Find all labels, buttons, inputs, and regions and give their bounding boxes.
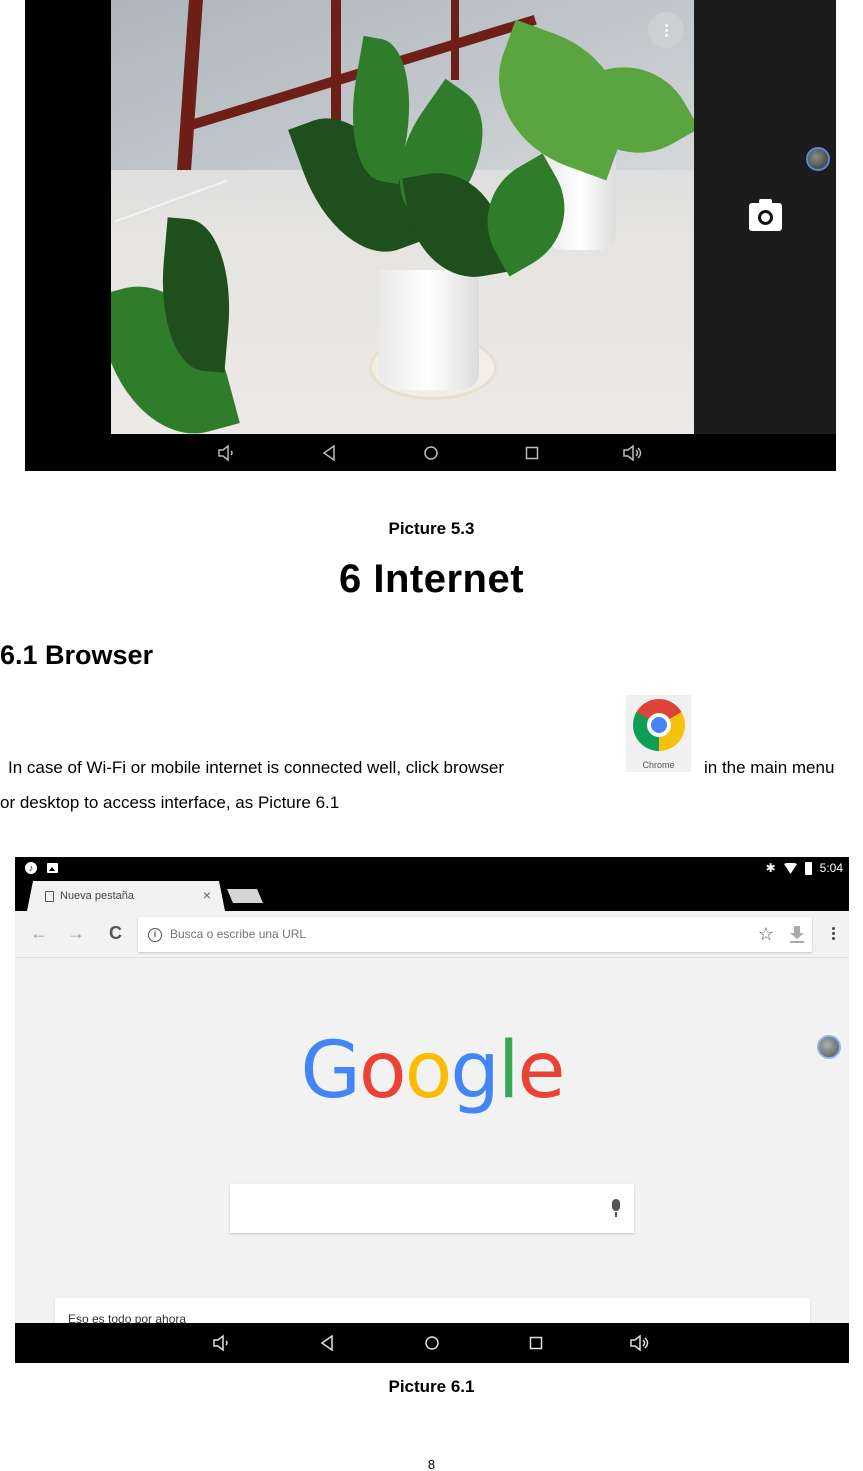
page-number: 8 (427, 1457, 436, 1471)
chrome-app-label: Chrome (642, 760, 675, 770)
volume-up-icon[interactable] (622, 443, 644, 462)
gallery-thumbnail-button[interactable] (806, 147, 830, 171)
system-nav-bar (25, 434, 836, 471)
google-search-box[interactable] (230, 1184, 634, 1233)
back-arrow-icon[interactable]: ← (30, 923, 48, 943)
back-icon[interactable] (322, 444, 336, 461)
status-time: 5:04 (819, 861, 843, 875)
vertical-dots-icon (664, 23, 668, 37)
tab-strip: Nueva pestaña × (15, 881, 849, 911)
address-bar-placeholder: Busca o escribe una URL (170, 927, 307, 941)
browser-toolbar: ← → C i Busca o escribe una URL ☆ (15, 911, 849, 958)
camera-controls-panel (694, 0, 836, 434)
home-icon[interactable] (423, 445, 439, 461)
volume-up-icon[interactable] (629, 1334, 651, 1352)
google-logo: Google (15, 1032, 849, 1110)
page-icon (45, 890, 54, 902)
reload-icon[interactable]: C (109, 923, 122, 943)
volume-down-icon[interactable] (212, 1334, 232, 1352)
new-tab-button[interactable] (227, 889, 263, 903)
recents-icon[interactable] (525, 446, 539, 460)
paragraph-line: In case of Wi-Fi or mobile internet is c… (8, 758, 505, 777)
system-nav-bar (15, 1323, 849, 1363)
address-bar[interactable]: i Busca o escribe una URL ☆ (138, 917, 812, 952)
wifi-icon (783, 862, 797, 874)
close-tab-icon[interactable]: × (203, 887, 211, 903)
camera-screenshot (25, 0, 836, 471)
browser-menu-icon[interactable] (832, 927, 835, 940)
logo-letter: o (404, 1026, 453, 1116)
chrome-app-icon: Chrome (626, 695, 691, 772)
window-frame (331, 0, 341, 125)
figure-caption: Picture 6.1 (388, 1377, 475, 1396)
logo-letter: g (450, 1026, 499, 1116)
paragraph-line: or desktop to access interface, as Pictu… (0, 793, 340, 812)
back-icon[interactable] (320, 1335, 334, 1351)
shutter-button[interactable] (749, 199, 782, 231)
logo-letter: o (358, 1026, 407, 1116)
tab-nueva-pestana[interactable]: Nueva pestaña × (27, 881, 225, 911)
chrome-logo-icon (633, 699, 685, 751)
paragraph-line: in the main menu (704, 758, 835, 777)
recents-icon[interactable] (529, 1336, 543, 1350)
microphone-icon[interactable] (612, 1199, 620, 1217)
home-icon[interactable] (424, 1335, 440, 1351)
figure-caption: Picture 5.3 (388, 519, 475, 538)
battery-icon (804, 861, 812, 875)
floor-reflection (114, 179, 228, 223)
volume-down-icon[interactable] (217, 443, 237, 462)
bookmark-star-icon[interactable]: ☆ (758, 924, 774, 945)
camera-viewfinder (111, 0, 694, 434)
more-options-button[interactable] (648, 12, 684, 48)
flower-pot (379, 270, 479, 390)
chapter-title: 6 Internet (338, 557, 525, 601)
image-icon (47, 863, 58, 873)
section-title: 6.1 Browser (0, 640, 154, 670)
music-icon: ♪ (25, 862, 37, 874)
browser-screenshot: ♪ ✱ 5:04 Nueva pestaña × ← → C i Busca o… (15, 857, 849, 1363)
info-icon[interactable]: i (148, 928, 162, 942)
download-icon[interactable] (790, 925, 804, 943)
logo-letter: G (300, 1026, 360, 1116)
bluetooth-icon: ✱ (765, 861, 776, 875)
logo-letter: e (517, 1026, 566, 1116)
forward-arrow-icon[interactable]: → (67, 923, 85, 943)
tab-title: Nueva pestaña (60, 890, 134, 902)
logo-letter: l (497, 1026, 520, 1116)
status-bar: ♪ ✱ 5:04 (15, 857, 849, 881)
